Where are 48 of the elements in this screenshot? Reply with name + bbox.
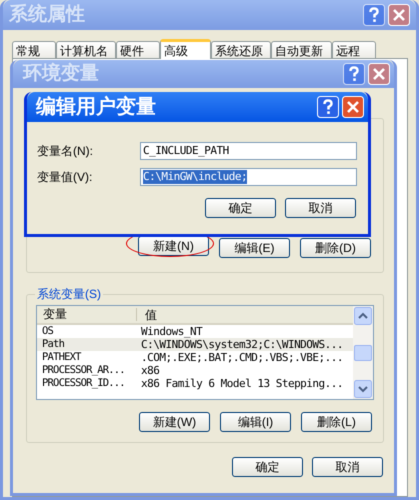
variable-value: Windows_NT <box>140 325 202 338</box>
variable-value: C:\WINDOWS\system32;C:\WINDOWS... <box>140 338 344 351</box>
button[interactable]: 删除(D) <box>300 238 371 258</box>
variable-name: PATHEXT <box>41 351 82 364</box>
button[interactable]: 取消 <box>285 198 356 218</box>
tab[interactable]: 常规 <box>12 41 56 58</box>
button[interactable]: 取消 <box>312 457 383 477</box>
column-header[interactable]: 变量 <box>37 308 137 321</box>
button[interactable]: 新建(W) <box>139 412 210 432</box>
window-title: 编辑用户变量 <box>36 94 157 120</box>
help-button[interactable] <box>363 4 385 26</box>
tab[interactable]: 计算机名 <box>56 41 116 58</box>
variable-name: PROCESSOR_AR... <box>41 364 126 377</box>
scroll-down-button[interactable] <box>354 380 372 398</box>
variable-value: .COM;.EXE;.BAT;.CMD;.VBS;.VBE;... <box>140 351 344 364</box>
field-label: 变量名(N): <box>37 143 94 160</box>
variable-name: PROCESSOR_ID... <box>41 377 126 390</box>
button[interactable]: 编辑(E) <box>219 238 290 258</box>
field-label: 变量值(V): <box>37 169 94 186</box>
scroll-thumb[interactable] <box>354 344 372 360</box>
input-field[interactable]: C_INCLUDE_PATH <box>140 142 357 160</box>
scroll-up-button[interactable] <box>354 307 372 325</box>
window-title: 环境变量 <box>23 62 100 86</box>
button[interactable]: 删除(L) <box>301 412 372 432</box>
button[interactable]: 新建(N) <box>138 236 209 256</box>
variable-value: x86 Family 6 Model 13 Stepping... <box>140 377 344 390</box>
button[interactable]: 确定 <box>205 198 276 218</box>
list-row[interactable]: Path C:\WINDOWS\system32;C:\WINDOWS... <box>37 338 353 351</box>
help-button[interactable] <box>343 63 365 85</box>
close-button[interactable] <box>342 96 364 118</box>
tab[interactable]: 系统还原 <box>211 41 271 58</box>
tab[interactable]: 远程 <box>332 41 376 58</box>
input-field[interactable]: C:\MinGW\include; <box>140 168 357 186</box>
help-button[interactable] <box>317 96 339 118</box>
scrollbar[interactable] <box>353 306 373 399</box>
button[interactable]: 编辑(I) <box>220 412 291 432</box>
tab[interactable]: 高级 <box>160 39 211 59</box>
tab[interactable]: 硬件 <box>116 41 160 58</box>
window-title: 系统属性 <box>9 2 86 27</box>
variable-name: OS <box>41 325 54 338</box>
group-label: 系统变量(S) <box>36 286 102 303</box>
button[interactable]: 确定 <box>232 457 303 477</box>
variable-value: x86 <box>140 364 160 377</box>
variable-name: Path <box>41 338 66 351</box>
tab[interactable]: 自动更新 <box>271 41 332 58</box>
close-button[interactable] <box>368 63 390 85</box>
close-button[interactable] <box>388 4 410 26</box>
column-header[interactable]: 值 <box>137 306 157 324</box>
